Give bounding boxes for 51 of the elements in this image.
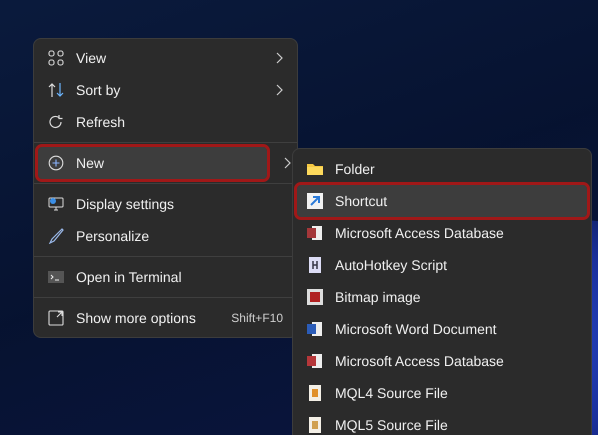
- menu-label: Show more options: [76, 310, 197, 326]
- menu-label: Personalize: [76, 228, 150, 244]
- menu-label: Microsoft Access Database: [335, 353, 505, 369]
- menu-item[interactable]: Refresh: [38, 106, 293, 138]
- menu-item[interactable]: Show more options Shift+F10: [38, 302, 293, 334]
- menu-label: Open in Terminal: [76, 269, 183, 285]
- menu-item[interactable]: Shortcut: [297, 185, 587, 217]
- terminal-icon: [48, 269, 64, 285]
- menu-label: Refresh: [76, 114, 126, 130]
- menu-label: View: [76, 50, 108, 66]
- menu-item[interactable]: AutoHotkey Script: [297, 249, 587, 281]
- file-icon: [307, 353, 323, 369]
- menu-label: Shortcut: [335, 193, 388, 209]
- menu-item[interactable]: Microsoft Access Database: [297, 217, 587, 249]
- menu-label: MQL4 Source File: [335, 385, 449, 401]
- menu-label: Microsoft Access Database: [335, 225, 505, 241]
- menu-label: Microsoft Word Document: [335, 321, 498, 337]
- menu-item[interactable]: Personalize: [38, 220, 293, 252]
- menu-label: MQL5 Source File: [335, 417, 449, 433]
- menu-label: Display settings: [76, 196, 176, 212]
- menu-item[interactable]: Microsoft Access Database: [297, 345, 587, 377]
- menu-item[interactable]: Microsoft Word Document: [297, 313, 587, 345]
- file-icon: [307, 289, 323, 305]
- menu-item[interactable]: MQL4 Source File: [297, 377, 587, 409]
- sort-icon: [48, 82, 64, 98]
- menu-item[interactable]: MQL5 Source File: [297, 409, 587, 435]
- file-icon: [307, 321, 323, 337]
- expand-icon: [48, 310, 64, 326]
- display-icon: [48, 196, 64, 212]
- menu-label: Bitmap image: [335, 289, 422, 305]
- shortcut-hint: Shift+F10: [231, 311, 283, 325]
- menu-item[interactable]: Sort by: [38, 74, 293, 106]
- file-icon: [307, 385, 323, 401]
- menu-label: Folder: [335, 161, 376, 177]
- menu-label: Sort by: [76, 82, 122, 98]
- brush-icon: [48, 228, 64, 244]
- menu-label: New: [76, 155, 106, 171]
- file-icon: [307, 417, 323, 433]
- menu-label: AutoHotkey Script: [335, 257, 448, 273]
- menu-item[interactable]: Display settings: [38, 188, 293, 220]
- folder-icon: [307, 161, 323, 177]
- plus-icon: [48, 155, 64, 171]
- file-icon: [307, 193, 323, 209]
- menu-item[interactable]: Open in Terminal: [38, 261, 293, 293]
- menu-item[interactable]: Bitmap image: [297, 281, 587, 313]
- refresh-icon: [48, 114, 64, 130]
- file-icon: [307, 225, 323, 241]
- menu-item[interactable]: Folder: [297, 153, 587, 185]
- grid-icon: [48, 50, 64, 66]
- file-icon: [307, 257, 323, 273]
- menu-item[interactable]: View: [38, 42, 293, 74]
